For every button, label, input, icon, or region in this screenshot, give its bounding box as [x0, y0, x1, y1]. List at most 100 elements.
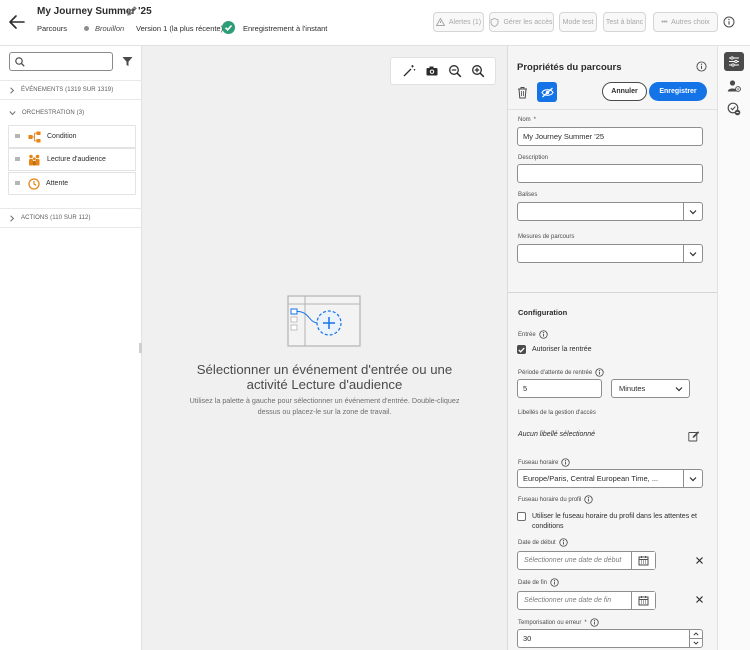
info-icon[interactable] — [539, 330, 548, 339]
wait-clock-icon — [28, 177, 40, 190]
reentry-checkbox-label[interactable]: Autoriser la rentrée — [532, 346, 592, 353]
zoom-out-icon[interactable] — [448, 64, 462, 78]
read-audience-icon — [28, 154, 41, 166]
app-header: My Journey Summer '25 Parcours Brouillon… — [0, 0, 750, 46]
visibility-off-button[interactable] — [537, 82, 557, 102]
more-options-button[interactable]: ••• Autres choix — [653, 12, 718, 32]
info-icon[interactable] — [723, 16, 735, 28]
section-orchestration[interactable]: ORCHESTRATION (3) — [0, 103, 142, 123]
shield-icon — [490, 17, 499, 27]
manage-access-button[interactable]: Gérer les accès — [489, 12, 554, 32]
start-date-field[interactable]: Sélectionner une date de début — [517, 551, 656, 570]
profile-timezone-checkbox[interactable] — [517, 512, 526, 521]
save-button[interactable]: Enregistrer — [649, 82, 707, 101]
tags-field[interactable] — [517, 202, 703, 221]
end-date-field[interactable]: Sélectionner une date de fin — [517, 591, 656, 610]
info-icon[interactable] — [559, 538, 568, 547]
access-labels-label: Libellés de la gestion d'accès — [518, 410, 596, 416]
timezone-label: Fuseau horaire — [518, 458, 571, 467]
timeout-label-text: Temporisation ou erreur — [518, 619, 582, 626]
name-label-text: Nom — [518, 117, 531, 123]
canvas-toolbar — [390, 57, 496, 85]
entry-label-text: Entrée — [518, 331, 536, 338]
info-icon[interactable] — [550, 578, 559, 587]
palette-item-read-audience[interactable]: Lecture d'audience — [8, 148, 136, 171]
back-arrow-icon[interactable] — [8, 14, 26, 30]
calendar-icon[interactable] — [631, 592, 655, 609]
alerts-button[interactable]: Alertes (1) — [433, 12, 484, 32]
name-field[interactable]: My Journey Summer '25 — [517, 127, 703, 146]
magic-wand-icon[interactable] — [402, 64, 416, 78]
info-icon[interactable] — [584, 495, 594, 504]
info-icon[interactable] — [561, 458, 571, 467]
empty-state-title: Sélectionner un événement d'entrée ou un… — [196, 362, 453, 392]
pencil-edit-icon[interactable] — [126, 5, 138, 17]
status-badge: Brouillon — [95, 24, 125, 33]
cancel-button[interactable]: Annuler — [602, 82, 647, 101]
trash-icon[interactable] — [516, 86, 529, 99]
timezone-value: Europe/Paris, Central European Time, ... — [523, 474, 659, 483]
palette-item-condition[interactable]: Condition — [8, 125, 136, 148]
dry-run-button[interactable]: Test à blanc — [603, 12, 646, 32]
section-actions[interactable]: ACTIONS (110 SUR 112) — [0, 208, 142, 228]
panel-resize-handle[interactable] — [139, 343, 142, 353]
drag-handle-icon[interactable] — [15, 181, 20, 186]
info-icon[interactable] — [696, 61, 707, 72]
empty-canvas-illustration — [287, 295, 361, 347]
autosave-status: Enregistrement à l'instant — [243, 24, 328, 33]
info-icon[interactable] — [590, 618, 599, 627]
edit-labels-icon[interactable] — [688, 430, 700, 442]
metrics-field[interactable] — [517, 244, 703, 263]
wait-period-field[interactable]: 5 — [517, 379, 602, 398]
palette-item-label: Lecture d'audience — [47, 156, 106, 163]
start-date-placeholder: Sélectionner une date de début — [524, 557, 622, 564]
timezone-label-text: Fuseau horaire — [518, 459, 559, 466]
end-date-label: Date de fin — [518, 578, 559, 587]
drag-handle-icon[interactable] — [15, 134, 20, 139]
timezone-select[interactable]: Europe/Paris, Central European Time, ... — [517, 469, 703, 488]
success-check-icon — [222, 21, 235, 34]
palette-item-label: Attente — [46, 180, 69, 187]
stepper-up-icon[interactable] — [690, 630, 702, 638]
palette-item-label: Condition — [47, 133, 77, 140]
divider — [508, 109, 718, 110]
wait-unit-value: Minutes — [619, 384, 646, 393]
empty-state-description: Utilisez la palette à gauche pour sélect… — [189, 396, 460, 416]
chevron-down-icon — [9, 110, 16, 116]
clear-end-date-icon[interactable] — [695, 595, 704, 604]
required-marker: * — [584, 619, 587, 626]
profile-settings-icon[interactable] — [727, 79, 741, 93]
camera-icon[interactable] — [425, 64, 439, 78]
breadcrumb[interactable]: Parcours — [37, 24, 67, 33]
description-field[interactable] — [517, 164, 703, 183]
chevron-down-icon[interactable] — [683, 470, 702, 487]
stepper-down-icon[interactable] — [690, 638, 702, 647]
calendar-icon[interactable] — [631, 552, 655, 569]
metrics-label: Mesures de parcours — [518, 234, 575, 240]
end-date-placeholder: Sélectionner une date de fin — [524, 597, 612, 604]
section-actions-label: ACTIONS (110 SUR 112) — [21, 215, 91, 221]
clear-start-date-icon[interactable] — [695, 556, 704, 565]
test-mode-button[interactable]: Mode test — [559, 12, 597, 32]
chevron-down-icon[interactable] — [683, 203, 702, 220]
right-rail — [717, 46, 750, 650]
zoom-in-icon[interactable] — [471, 64, 485, 78]
timeout-field[interactable]: 30 — [517, 629, 703, 648]
timeout-stepper[interactable] — [689, 630, 702, 647]
chevron-right-icon — [9, 214, 15, 222]
section-events[interactable]: ÉVÉNEMENTS (1319 SUR 1319) — [0, 80, 142, 100]
wait-unit-select[interactable]: Minutes — [611, 379, 690, 398]
properties-rail-button[interactable] — [724, 52, 744, 71]
reentry-checkbox[interactable] — [517, 345, 526, 354]
validation-check-icon[interactable] — [727, 102, 741, 116]
journey-canvas[interactable]: Sélectionner un événement d'entrée ou un… — [142, 46, 507, 650]
drag-handle-icon[interactable] — [15, 157, 20, 162]
filter-icon[interactable] — [121, 55, 134, 68]
info-icon[interactable] — [595, 368, 604, 377]
section-orchestration-label: ORCHESTRATION (3) — [22, 110, 85, 116]
profile-timezone-checkbox-label[interactable]: Utiliser le fuseau horaire du profil dan… — [532, 512, 702, 532]
status-dot — [84, 26, 89, 31]
chevron-down-icon[interactable] — [683, 245, 702, 262]
palette-search-input[interactable] — [9, 52, 113, 71]
palette-item-wait[interactable]: Attente — [8, 172, 136, 195]
